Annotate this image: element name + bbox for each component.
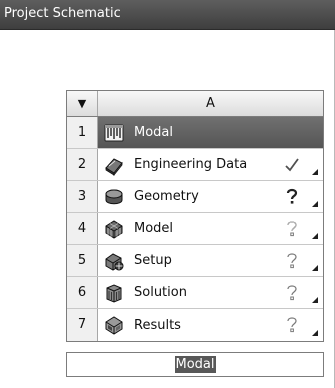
check-icon — [285, 158, 299, 172]
system-row-label: Engineering Data — [134, 157, 248, 172]
question-mark-icon — [287, 285, 297, 301]
results-icon — [105, 316, 123, 335]
system-row-model[interactable]: 4 Model — [67, 213, 323, 245]
panel-title: Project Schematic — [4, 6, 121, 21]
row-number: 6 — [67, 277, 98, 308]
system-row-label: Geometry — [134, 189, 199, 204]
system-row-solution[interactable]: 6 Solution — [67, 277, 323, 309]
question-mark-icon — [286, 188, 298, 204]
row-number: 1 — [67, 117, 98, 148]
system-cell-setup[interactable]: Setup — [98, 245, 323, 276]
context-menu-corner-icon[interactable] — [312, 330, 318, 336]
setup-icon — [105, 252, 124, 271]
row-number: 5 — [67, 245, 98, 276]
engineering-data-icon — [105, 157, 123, 176]
system-cell-engineering-data[interactable]: Engineering Data — [98, 149, 323, 180]
system-row-results[interactable]: 7 Results — [67, 309, 323, 341]
row-number: 2 — [67, 149, 98, 180]
context-menu-corner-icon[interactable] — [312, 233, 318, 239]
triangle-down-icon[interactable]: ▼ — [67, 91, 98, 116]
panel-title-bar: Project Schematic — [0, 0, 335, 30]
system-row-setup[interactable]: 5 Setup — [67, 245, 323, 277]
system-row-geometry[interactable]: 3 Geometry — [67, 181, 323, 213]
modal-analysis-icon — [104, 124, 124, 141]
system-cell-results[interactable]: Results — [98, 309, 323, 341]
system-row-modal[interactable]: 1 Modal — [67, 117, 323, 149]
system-row-label: Solution — [134, 285, 187, 300]
question-mark-icon — [287, 221, 297, 237]
system-name-field[interactable]: Modal — [66, 352, 324, 377]
solution-icon — [106, 283, 122, 303]
system-row-engineering-data[interactable]: 2 Engineering Data — [67, 149, 323, 181]
row-number: 7 — [67, 309, 98, 341]
system-name-text[interactable]: Modal — [174, 356, 216, 373]
system-cell-geometry[interactable]: Geometry — [98, 181, 323, 212]
context-menu-corner-icon[interactable] — [312, 201, 318, 207]
row-number: 4 — [67, 213, 98, 244]
project-schematic-panel: Project Schematic ▼ A 1 Modal 2 Engineer… — [0, 0, 335, 388]
system-row-label: Modal — [134, 125, 173, 140]
system-row-label: Model — [134, 221, 174, 236]
context-menu-corner-icon[interactable] — [312, 169, 318, 175]
system-header: ▼ A — [67, 91, 323, 117]
model-icon — [105, 219, 123, 239]
question-mark-icon — [287, 317, 297, 333]
system-row-label: Results — [134, 317, 181, 333]
context-menu-corner-icon[interactable] — [312, 265, 318, 271]
column-header: A — [206, 96, 215, 111]
analysis-system-block[interactable]: ▼ A 1 Modal 2 Engineering Data 3 Geometr… — [66, 90, 324, 342]
system-cell-model[interactable]: Model — [98, 213, 323, 244]
system-cell-solution[interactable]: Solution — [98, 277, 323, 308]
row-number: 3 — [67, 181, 98, 212]
geometry-icon — [105, 189, 123, 204]
system-row-label: Setup — [134, 253, 172, 268]
system-cell-modal[interactable]: Modal — [98, 117, 323, 148]
context-menu-corner-icon[interactable] — [312, 297, 318, 303]
question-mark-icon — [287, 253, 297, 269]
